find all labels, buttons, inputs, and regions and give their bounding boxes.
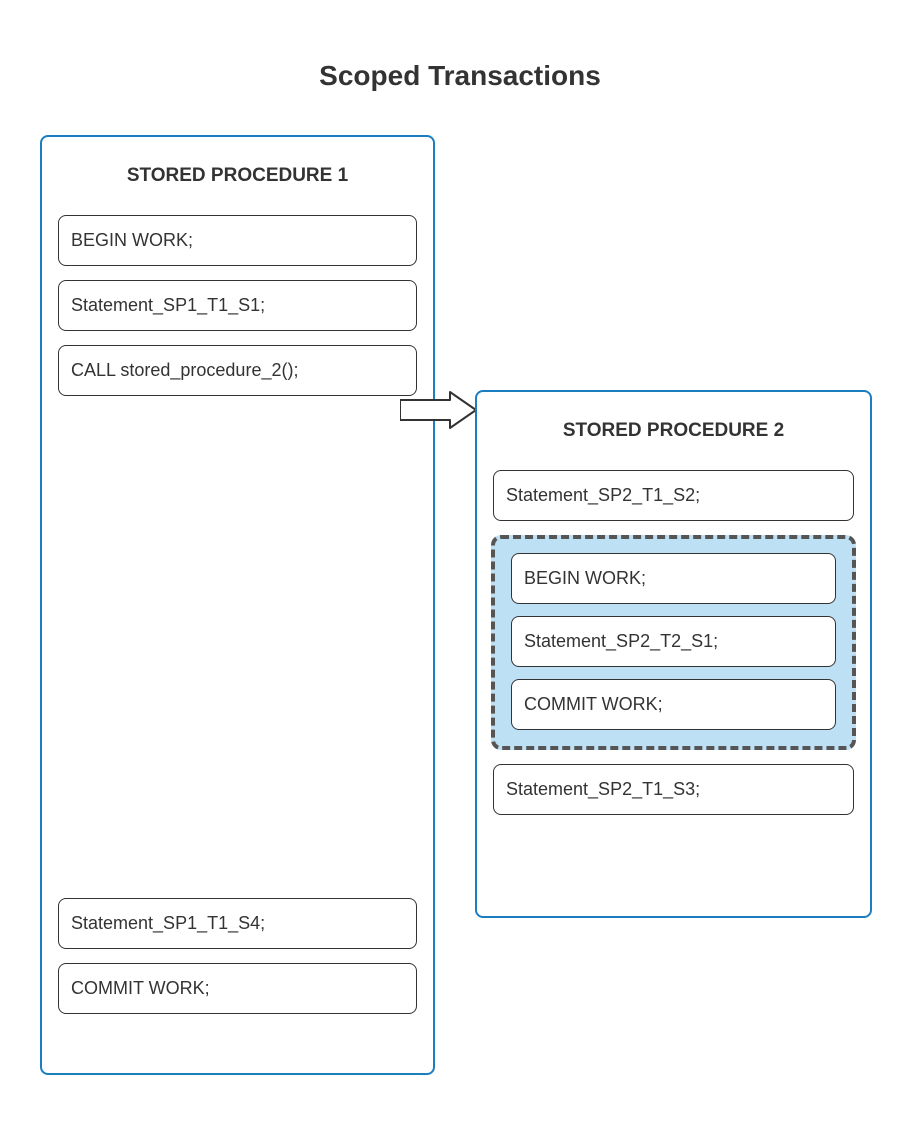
proc2-scoped-statement: Statement_SP2_T2_S1; [511,616,836,667]
proc2-scoped-commit: COMMIT WORK; [511,679,836,730]
diagram-title: Scoped Transactions [0,60,920,92]
scoped-transaction-block: BEGIN WORK; Statement_SP2_T2_S1; COMMIT … [491,535,856,750]
proc2-title: STORED PROCEDURE 2 [477,420,870,442]
proc1-title: STORED PROCEDURE 1 [42,165,433,187]
arrow-right-icon [400,390,480,430]
proc2-scoped-begin: BEGIN WORK; [511,553,836,604]
proc1-statement-1: Statement_SP1_T1_S1; [58,280,417,331]
proc1-begin-work: BEGIN WORK; [58,215,417,266]
stored-procedure-1-box: STORED PROCEDURE 1 BEGIN WORK; Statement… [40,135,435,1075]
proc1-vertical-gap [42,410,433,898]
proc1-statement-4: Statement_SP1_T1_S4; [58,898,417,949]
stored-procedure-2-box: STORED PROCEDURE 2 Statement_SP2_T1_S2; … [475,390,872,918]
proc1-commit-work: COMMIT WORK; [58,963,417,1014]
call-arrow [400,390,480,430]
proc1-call-sp2: CALL stored_procedure_2(); [58,345,417,396]
proc2-statement-1: Statement_SP2_T1_S2; [493,470,854,521]
proc2-statement-3: Statement_SP2_T1_S3; [493,764,854,815]
